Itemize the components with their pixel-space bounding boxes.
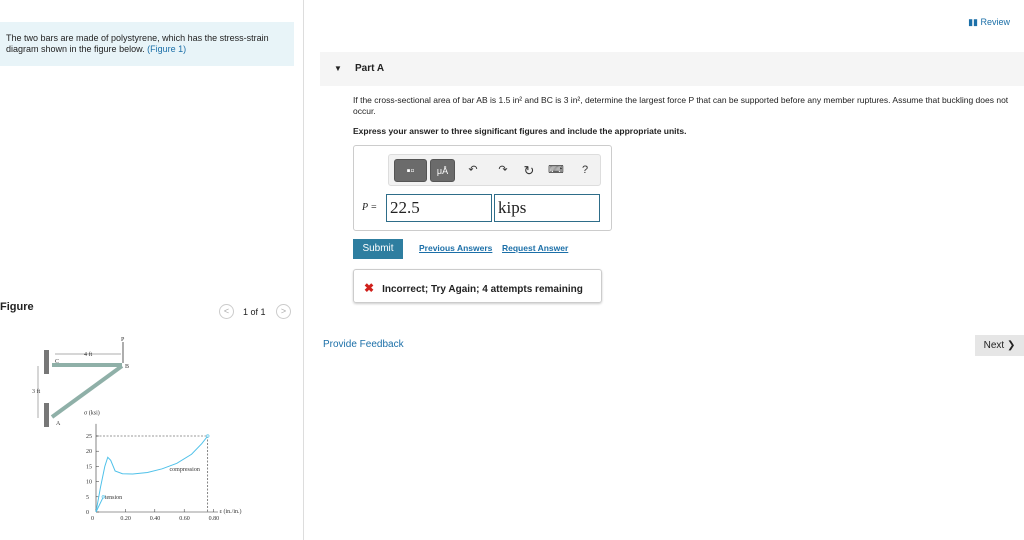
figure-pager: 1 of 1: [243, 307, 266, 317]
figure-title: Figure: [0, 301, 34, 313]
bar-ab: [50, 364, 124, 419]
feedback-message: ✖ Incorrect; Try Again; 4 attempts remain…: [353, 269, 602, 303]
math-toolbar: ▪▫ μÅ ↶ ↷ ↻ ⌨ ?: [388, 154, 601, 186]
wall-support-a: [44, 403, 49, 427]
redo-icon[interactable]: ↷: [493, 159, 513, 182]
instruction-text: Express your answer to three significant…: [353, 126, 687, 136]
label-b: B: [125, 364, 129, 370]
y-tick-label: 15: [86, 464, 92, 470]
y-tick-label: 0: [86, 510, 89, 516]
previous-answers-link[interactable]: Previous Answers: [419, 243, 492, 253]
units-input[interactable]: kips: [494, 194, 600, 222]
prev-figure-button[interactable]: <: [219, 304, 234, 319]
undo-icon[interactable]: ↶: [463, 159, 483, 182]
compression-label: compression: [170, 467, 200, 473]
request-answer-link[interactable]: Request Answer: [502, 243, 568, 253]
feedback-text: Incorrect; Try Again; 4 attempts remaini…: [382, 284, 583, 295]
x-axis-label: ε (in./in.): [219, 508, 241, 515]
help-icon[interactable]: ?: [577, 159, 593, 182]
label-3ft: 3 ft: [32, 388, 40, 395]
part-a-header[interactable]: [320, 52, 1024, 86]
next-figure-button[interactable]: >: [276, 304, 291, 319]
provide-feedback-link[interactable]: Provide Feedback: [323, 339, 404, 350]
review-link[interactable]: ▮▮ Review: [968, 17, 1010, 28]
label-c: C: [55, 359, 59, 365]
error-x-icon: ✖: [364, 281, 375, 295]
reset-icon[interactable]: ↻: [519, 159, 539, 182]
question-text: If the cross-sectional area of bar AB is…: [353, 95, 1009, 116]
intro-text: The two bars are made of polystyrene, wh…: [6, 33, 269, 54]
y-tick-label: 5: [86, 495, 89, 501]
figure-image: P 4 ft 3 ft C B A 0 0.20 0.40 0.60 0.80 0 5 10 1…: [32, 337, 242, 522]
submit-button[interactable]: Submit: [353, 239, 403, 259]
y-tick-label: 10: [86, 480, 92, 486]
label-a: A: [56, 421, 61, 427]
x-tick-label: 0.20: [120, 516, 130, 522]
y-tick-label: 20: [86, 449, 92, 455]
units-button[interactable]: μÅ: [430, 159, 455, 182]
problem-intro: The two bars are made of polystyrene, wh…: [0, 22, 294, 66]
x-tick-label: 0.60: [179, 516, 190, 522]
value-input[interactable]: 22.5: [386, 194, 492, 222]
label-4ft: 4 ft: [84, 351, 92, 358]
x-tick-label: 0: [91, 516, 94, 522]
collapse-triangle-icon[interactable]: ▼: [334, 64, 342, 73]
endpoint-compression: [205, 434, 210, 438]
keyboard-icon[interactable]: ⌨: [546, 159, 566, 182]
stress-strain-chart: 0 0.20 0.40 0.60 0.80 0 5 10 15 20 25 ε (in./in.) σ …: [84, 410, 242, 522]
variable-label: P =: [362, 202, 378, 213]
part-a-title: Part A: [355, 63, 385, 74]
y-tick-label: 25: [86, 434, 92, 440]
figure-link[interactable]: (Figure 1): [147, 44, 186, 54]
y-axis-label: σ (ksi): [84, 410, 100, 417]
next-button[interactable]: Next ❯: [975, 335, 1024, 356]
review-label: Review: [980, 17, 1010, 27]
tension-label: tension: [105, 495, 122, 501]
label-p: P: [121, 337, 125, 343]
x-tick-label: 0.80: [209, 516, 220, 522]
wall-support-c: [44, 350, 49, 374]
templates-icon[interactable]: ▪▫: [394, 159, 427, 182]
x-tick-label: 0.40: [150, 516, 161, 522]
